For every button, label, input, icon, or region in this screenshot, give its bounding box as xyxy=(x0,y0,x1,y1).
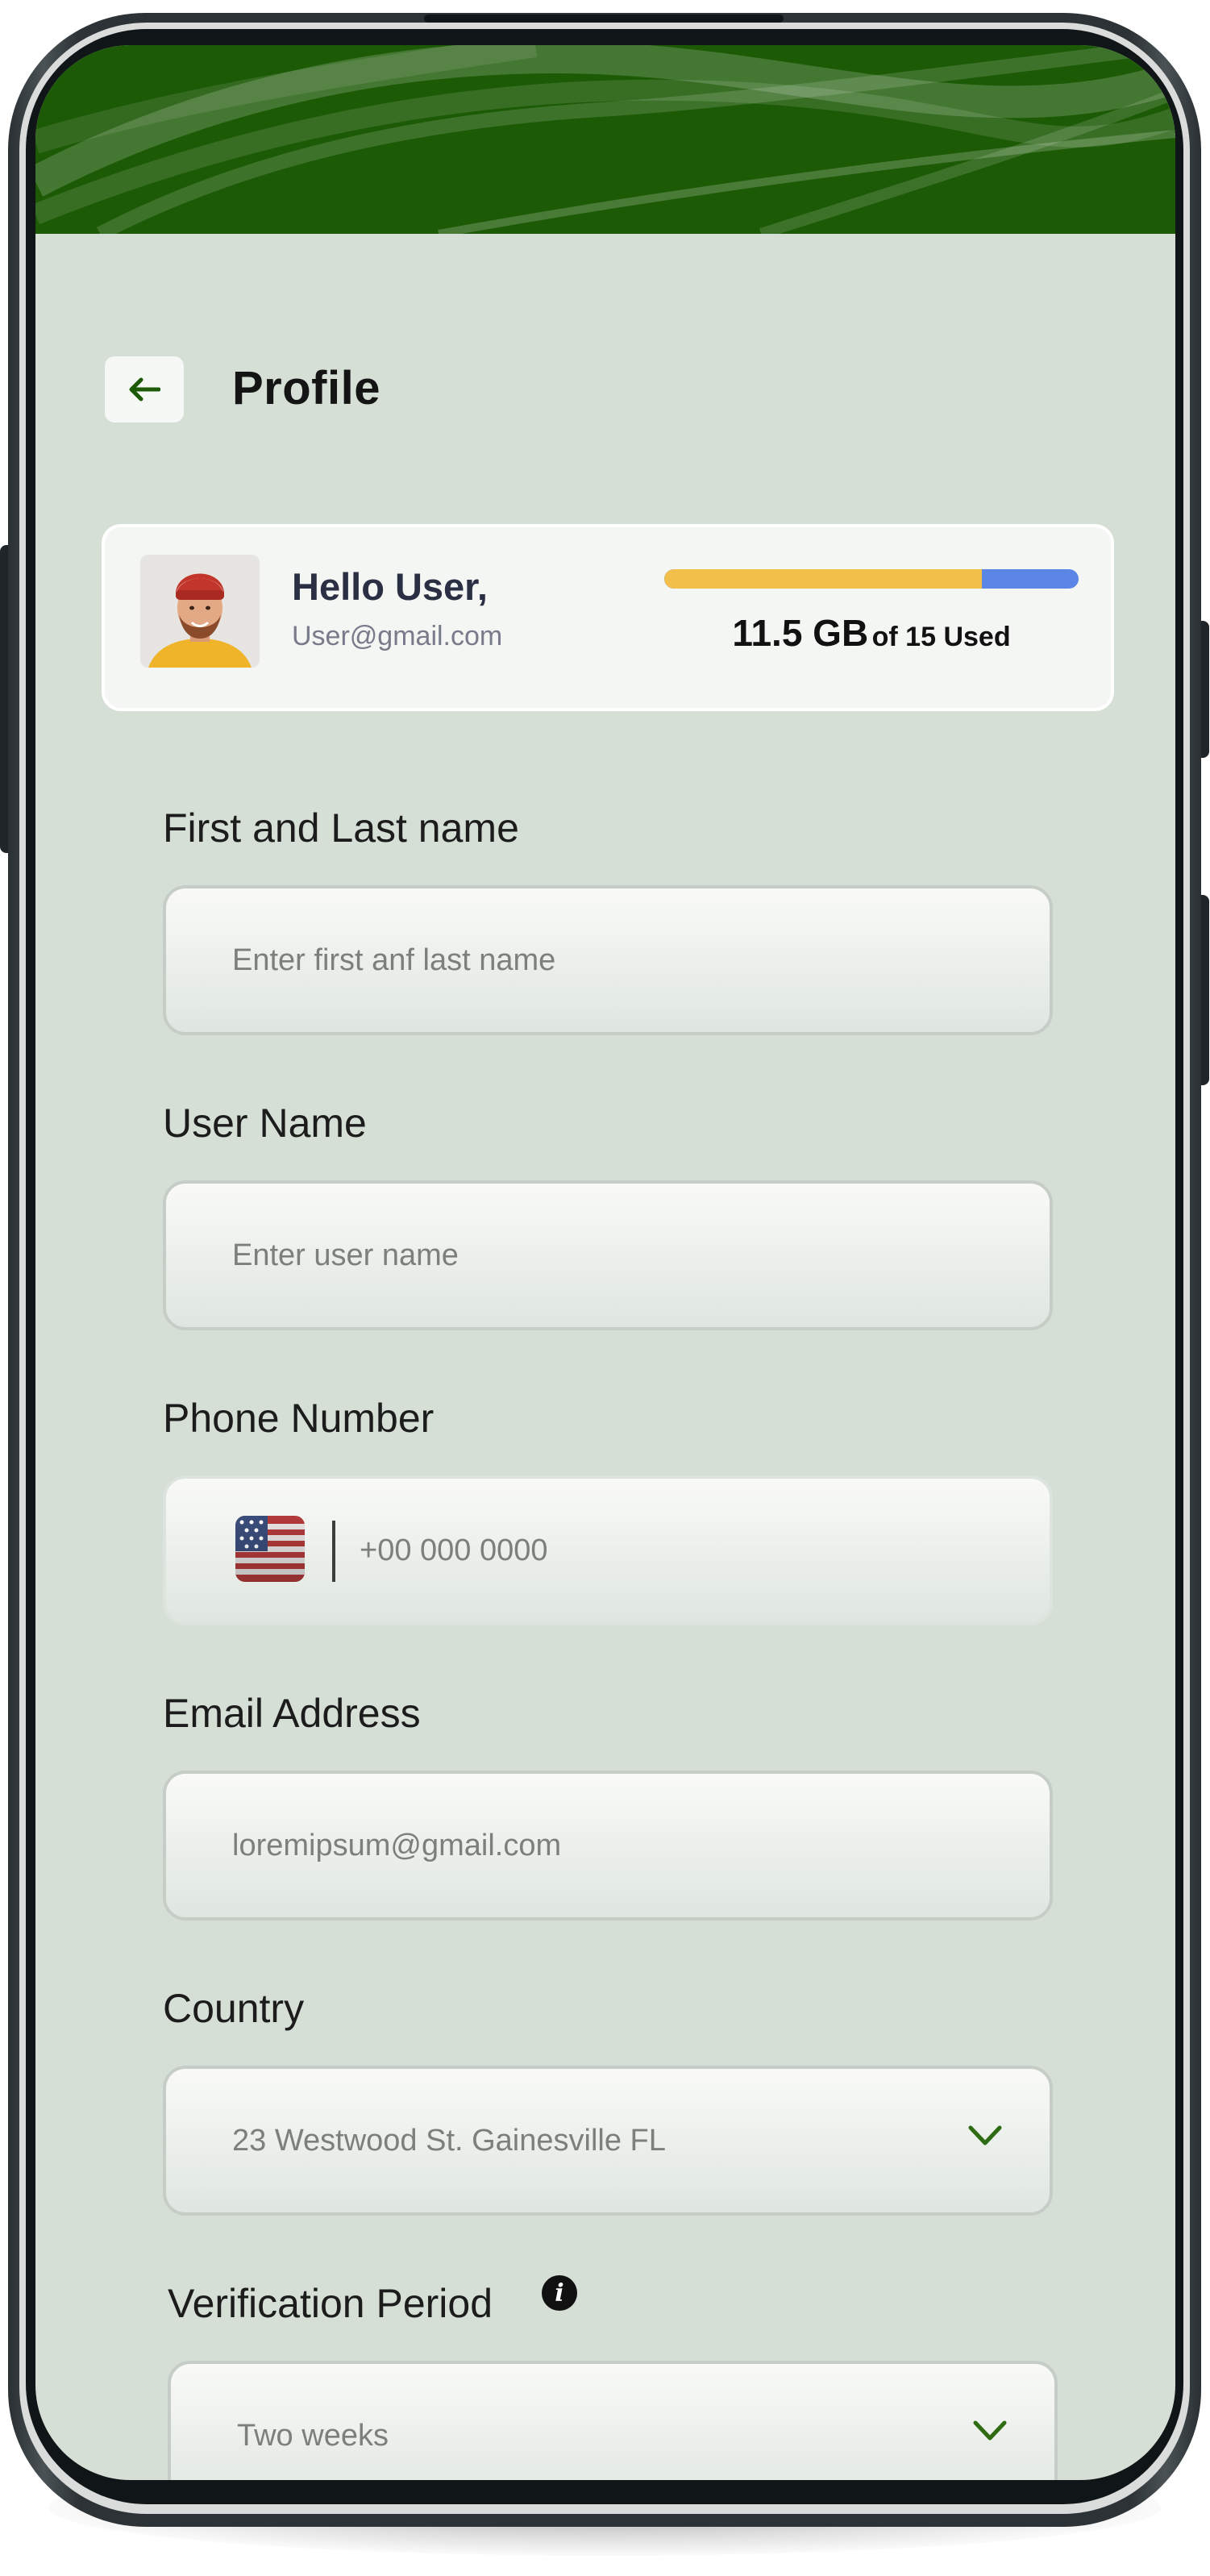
name-input[interactable]: Enter first anf last name xyxy=(163,885,1053,1035)
storage-usage-text: 11.5 GB of 15 Used xyxy=(664,611,1079,655)
phone-screen: Profile Hello User, User@gmail.com 11.5 … xyxy=(35,45,1175,2480)
phone-placeholder: +00 000 0000 xyxy=(360,1533,548,1567)
chevron-down-icon xyxy=(968,2125,1002,2145)
name-placeholder: Enter first anf last name xyxy=(232,943,556,977)
verification-label: Verification Period xyxy=(168,2281,493,2326)
avatar[interactable] xyxy=(140,555,260,668)
email-label: Email Address xyxy=(163,1691,421,1736)
device-mockup: Profile Hello User, User@gmail.com 11.5 … xyxy=(0,0,1210,2576)
info-icon[interactable]: i xyxy=(542,2275,577,2311)
arrow-left-icon xyxy=(129,377,160,402)
country-label: Country xyxy=(163,1986,305,2031)
avatar-image xyxy=(140,555,260,668)
verification-value: Two weeks xyxy=(237,2418,389,2453)
storage-progress-bar xyxy=(664,569,1079,589)
email-input[interactable]: loremipsum@gmail.com xyxy=(163,1771,1053,1921)
speaker-slot xyxy=(424,15,784,23)
user-email: User@gmail.com xyxy=(292,621,503,651)
phone-label: Phone Number xyxy=(163,1396,435,1441)
user-summary-card: Hello User, User@gmail.com 11.5 GB of 15… xyxy=(102,524,1114,711)
country-select[interactable]: 23 Westwood St. Gainesville FL xyxy=(163,2066,1053,2216)
user-greeting: Hello User, xyxy=(292,565,488,608)
username-placeholder: Enter user name xyxy=(232,1238,459,1272)
page-title: Profile xyxy=(232,362,380,414)
us-flag-icon[interactable] xyxy=(235,1516,305,1582)
username-input[interactable]: Enter user name xyxy=(163,1180,1053,1330)
verification-select[interactable]: Two weeks xyxy=(168,2361,1058,2480)
country-value: 23 Westwood St. Gainesville FL xyxy=(232,2123,666,2158)
us-flag-graphic xyxy=(235,1516,305,1582)
profile-content: Profile Hello User, User@gmail.com 11.5 … xyxy=(35,234,1175,2480)
header-banner xyxy=(35,45,1175,234)
phone-input[interactable]: +00 000 0000 xyxy=(163,1475,1053,1625)
back-button[interactable] xyxy=(105,356,184,422)
email-placeholder: loremipsum@gmail.com xyxy=(232,1828,562,1862)
storage-used-value: 11.5 GB xyxy=(732,612,869,654)
header-wave-pattern xyxy=(35,45,1175,234)
username-label: User Name xyxy=(163,1101,367,1146)
storage-used-fill xyxy=(664,569,983,589)
chevron-down-icon xyxy=(973,2420,1007,2441)
phone-divider xyxy=(332,1521,335,1582)
name-label: First and Last name xyxy=(163,805,519,851)
storage-total-label: of 15 Used xyxy=(871,622,1011,652)
